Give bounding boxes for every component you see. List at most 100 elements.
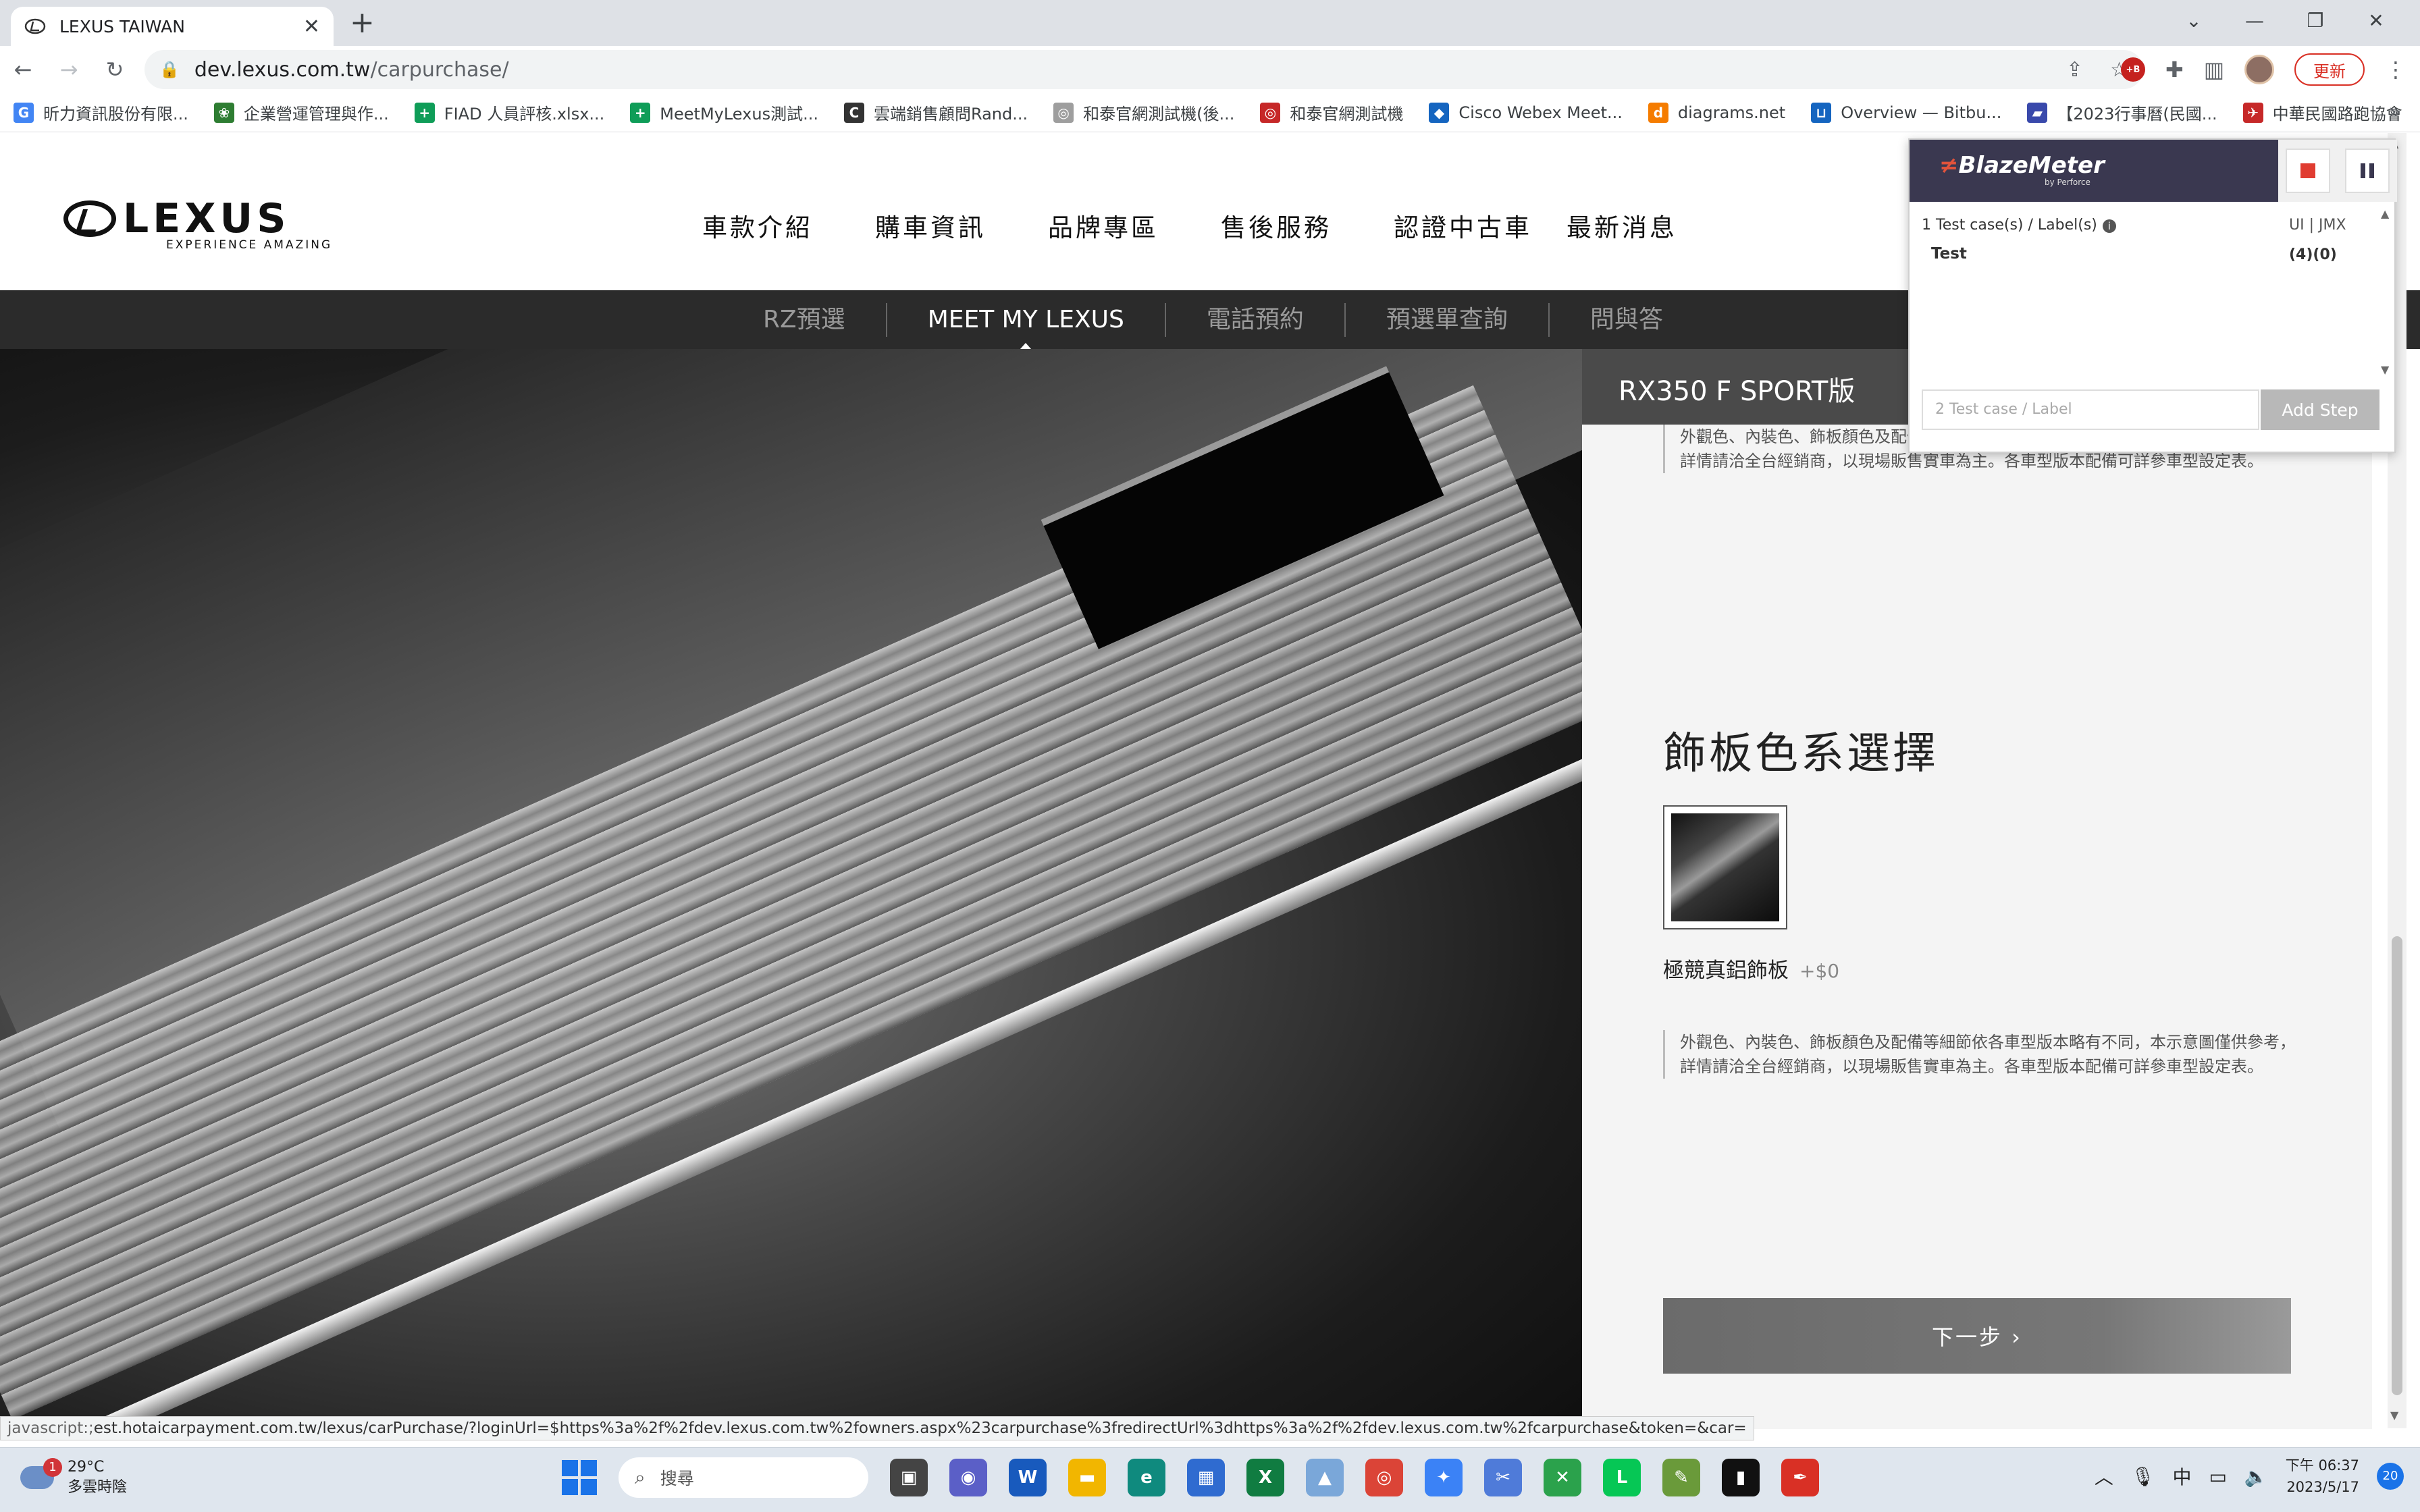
weather-widget[interactable]: 1 29°C 多雲時陰 xyxy=(20,1457,127,1498)
blazemeter-logo: ≠BlazeMeter xyxy=(1939,152,2105,179)
main-nav: 車款介紹 購車資訊 品牌專區 售後服務 認證中古車 最新消息 xyxy=(702,207,1739,244)
browser-tab[interactable]: LEXUS TAIWAN ✕ xyxy=(11,7,334,46)
word-icon[interactable]: W xyxy=(1009,1459,1047,1496)
bookmark-item[interactable]: ❀ 企業營運管理與作... xyxy=(213,101,389,124)
back-button[interactable]: ← xyxy=(0,57,46,82)
trim-swatch-option[interactable] xyxy=(1663,805,1787,929)
subnav-order-lookup[interactable]: 預選單查詢 xyxy=(1346,302,1550,337)
add-step-button[interactable]: Add Step xyxy=(2261,389,2379,430)
profile-avatar[interactable] xyxy=(2244,55,2274,84)
url-text[interactable]: dev.lexus.com.tw/carpurchase/ xyxy=(194,58,2039,82)
new-tab-button[interactable]: + xyxy=(350,8,375,38)
minimize-button[interactable]: — xyxy=(2224,9,2285,32)
test-case-name[interactable]: Test xyxy=(1931,245,1967,263)
browser-tabstrip: LEXUS TAIWAN ✕ + ⌄ — ❐ ✕ xyxy=(0,0,2420,46)
bookmark-item[interactable]: ◎ 和泰官網測試機(後... xyxy=(1053,101,1234,124)
menu-kebab-icon[interactable]: ⋮ xyxy=(2385,57,2406,82)
window-controls: ⌄ — ❐ ✕ xyxy=(2163,0,2406,40)
terminal-icon[interactable]: ▮ xyxy=(1722,1459,1760,1496)
tab-close-icon[interactable]: ✕ xyxy=(303,15,320,38)
scroll-down-icon[interactable]: ▼ xyxy=(2381,363,2389,376)
excel-icon[interactable]: X xyxy=(1246,1459,1284,1496)
nav-models[interactable]: 車款介紹 xyxy=(702,207,875,244)
bookmark-item[interactable]: ⊔ Overview — Bitbu... xyxy=(1811,102,2001,123)
clock[interactable]: 下午 06:37 2023/5/17 xyxy=(2286,1455,2359,1498)
tab-search-icon[interactable]: ⌄ xyxy=(2163,9,2224,32)
scroll-down-icon[interactable]: ▼ xyxy=(2390,1409,2398,1422)
pen-icon[interactable]: ✒ xyxy=(1781,1459,1819,1496)
forward-button[interactable]: → xyxy=(46,57,92,82)
bookmarks-bar: G 昕力資訊股份有限... ❀ 企業營運管理與作... + FIAD 人員評核.xlsx.… xyxy=(0,93,2420,132)
start-button[interactable] xyxy=(562,1460,597,1495)
pause-recording-button[interactable] xyxy=(2338,140,2397,202)
lock-icon[interactable]: 🔒 xyxy=(159,60,180,79)
nav-certified-used[interactable]: 認證中古車 xyxy=(1394,207,1567,244)
lexus-logo[interactable]: LEXUS EXPERIENCE AMAZING xyxy=(63,195,330,252)
tools-icon[interactable]: ✕ xyxy=(1544,1459,1581,1496)
nav-after-sales[interactable]: 售後服務 xyxy=(1221,207,1394,244)
task-view-icon[interactable]: ▣ xyxy=(890,1459,928,1496)
share-icon[interactable]: ⇪ xyxy=(2066,58,2083,82)
info-icon[interactable]: i xyxy=(2102,219,2116,233)
store-icon[interactable]: ▦ xyxy=(1187,1459,1225,1496)
snipping-icon[interactable]: ✂ xyxy=(1484,1459,1522,1496)
scroll-up-icon[interactable]: ▲ xyxy=(2381,207,2389,220)
paint-icon[interactable]: ✎ xyxy=(1662,1459,1700,1496)
edge-icon[interactable]: e xyxy=(1128,1459,1165,1496)
taskbar-search[interactable]: ⌕ 搜尋 xyxy=(619,1457,868,1498)
microphone-icon[interactable]: 🎙 xyxy=(2131,1465,2155,1488)
line-icon[interactable]: L xyxy=(1603,1459,1641,1496)
bookmark-item[interactable]: ◎ 和泰官網測試機 xyxy=(1260,101,1403,124)
subnav-meet-my-lexus[interactable]: MEET MY LEXUS xyxy=(887,302,1166,355)
bookmark-item[interactable]: G 昕力資訊股份有限... xyxy=(14,101,188,124)
lexus-emblem-icon xyxy=(63,200,116,237)
notification-badge[interactable]: 20 xyxy=(2377,1463,2404,1490)
bookmark-favicon-icon: ✈ xyxy=(2242,102,2263,123)
interior-trim-preview-image xyxy=(0,349,1582,1429)
maximize-button[interactable]: ❐ xyxy=(2285,9,2346,32)
update-button[interactable]: 更新 xyxy=(2294,53,2365,86)
file-explorer-icon[interactable]: ▬ xyxy=(1068,1459,1106,1496)
popup-scrollbar[interactable]: ▲ ▼ xyxy=(2378,207,2390,376)
swatch-price: +$0 xyxy=(1799,960,1840,982)
subnav-faq[interactable]: 問與答 xyxy=(1550,303,1704,337)
bookmark-item[interactable]: d diagrams.net xyxy=(1648,102,1785,123)
blazemeter-extension-icon[interactable]: +B xyxy=(2120,57,2145,82)
teams-icon[interactable]: ◉ xyxy=(949,1459,987,1496)
photos-icon[interactable]: ▲ xyxy=(1306,1459,1344,1496)
format-toggle[interactable]: UI | JMX xyxy=(2289,217,2346,234)
stop-recording-button[interactable] xyxy=(2278,140,2338,202)
bookmarks-overflow-icon[interactable]: » xyxy=(2389,100,2401,124)
bookmark-item[interactable]: + MeetMyLexus測試... xyxy=(630,101,818,124)
bookmark-item[interactable]: C 雲端銷售顧問Rand... xyxy=(843,101,1028,124)
subnav-rz-preselect[interactable]: RZ預選 xyxy=(722,302,887,337)
scroll-thumb[interactable] xyxy=(2392,936,2402,1395)
close-window-button[interactable]: ✕ xyxy=(2346,9,2406,32)
bookmark-item[interactable]: ▰ 【2023行事曆(民國... xyxy=(2027,101,2217,124)
bookmark-favicon-icon: ◎ xyxy=(1053,102,1074,123)
extensions-puzzle-icon[interactable]: ✚ xyxy=(2165,57,2184,82)
volume-icon[interactable]: 🔈 xyxy=(2244,1465,2268,1488)
address-bar[interactable]: 🔒 dev.lexus.com.tw/carpurchase/ ⇪ ☆ xyxy=(144,50,2143,89)
nav-news[interactable]: 最新消息 xyxy=(1567,207,1739,244)
bookmark-item[interactable]: ◆ Cisco Webex Meet... xyxy=(1429,102,1623,123)
nav-brand[interactable]: 品牌專區 xyxy=(1048,207,1221,244)
chrome-icon[interactable]: ◎ xyxy=(1365,1459,1403,1496)
test-case-label-input[interactable]: 2 Test case / Label xyxy=(1922,389,2259,430)
next-step-button[interactable]: 下一步 › xyxy=(1663,1298,2291,1374)
windows-taskbar: 1 29°C 多雲時陰 ⌕ 搜尋 ▣ ◉ W ▬ e ▦ X ▲ ◎ ✦ ✂ ✕ L ✎ ▮ ✒ ︿ 🎙 中 ▭ … xyxy=(0,1447,2420,1512)
ime-indicator[interactable]: 中 xyxy=(2172,1463,2191,1490)
reload-button[interactable]: ↻ xyxy=(92,57,138,82)
side-panel-icon[interactable]: ▥ xyxy=(2204,57,2224,82)
lexus-favicon-icon xyxy=(24,18,46,34)
blazemeter-byline: by Perforce xyxy=(2045,178,2090,187)
wifi-tool-icon[interactable]: ✦ xyxy=(1425,1459,1463,1496)
network-icon[interactable]: ▭ xyxy=(2209,1465,2226,1488)
subnav-phone-booking[interactable]: 電話預約 xyxy=(1166,302,1346,337)
bookmark-item[interactable]: + FIAD 人員評核.xlsx... xyxy=(414,101,604,124)
tray-overflow-icon[interactable]: ︿ xyxy=(2095,1463,2113,1490)
bookmark-item[interactable]: ✈ 中華民國路跑協會 xyxy=(2242,101,2402,124)
bookmark-favicon-icon: ⊔ xyxy=(1811,102,1832,123)
nav-purchase-info[interactable]: 購車資訊 xyxy=(875,207,1048,244)
bookmark-label: 和泰官網測試機 xyxy=(1290,105,1404,124)
